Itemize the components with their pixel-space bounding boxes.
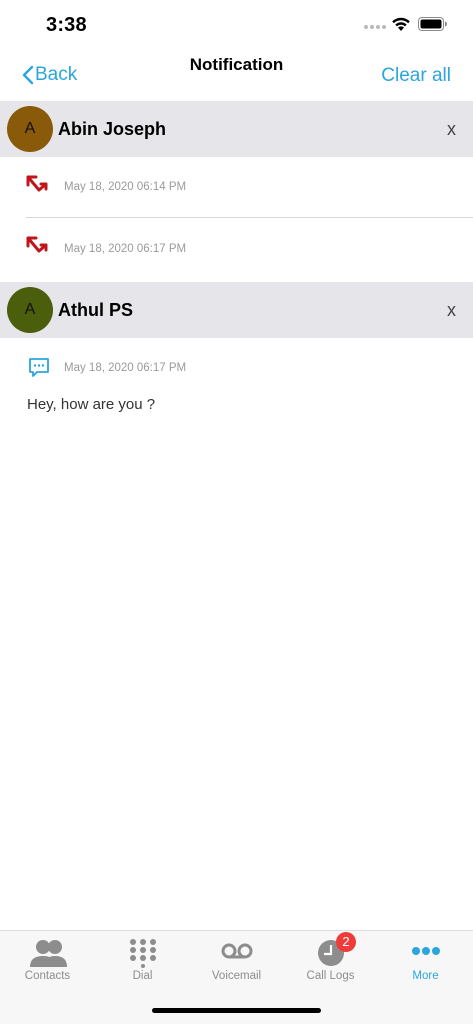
wifi-icon <box>392 17 410 31</box>
navigation-bar: Back Notification Clear all <box>0 50 473 100</box>
notification-item[interactable]: May 18, 2020 06:14 PM <box>0 158 473 218</box>
divider <box>26 217 473 218</box>
notification-item[interactable]: May 18, 2020 06:17 PM Hey, how are you ? <box>0 339 473 429</box>
status-time: 3:38 <box>46 14 87 36</box>
notification-time: May 18, 2020 06:17 PM <box>64 362 187 374</box>
battery-icon <box>418 17 447 31</box>
cellular-signal-icon <box>364 25 386 29</box>
missed-call-arrow-icon <box>26 236 48 253</box>
status-bar: 3:38 <box>0 0 473 50</box>
tab-label: Contacts <box>24 970 71 982</box>
tab-voicemail[interactable]: Voicemail <box>189 931 284 991</box>
tab-dial[interactable]: Dial <box>95 931 190 991</box>
contact-name: Abin Joseph <box>58 119 167 139</box>
notification-time: May 18, 2020 06:17 PM <box>64 243 187 255</box>
more-dots-icon <box>411 947 440 955</box>
dialpad-icon <box>129 939 156 968</box>
dismiss-group-button[interactable]: x <box>447 119 456 140</box>
missed-call-arrow-icon <box>26 175 48 192</box>
contact-group-header: A Abin Joseph x <box>0 101 473 157</box>
avatar: A <box>7 106 53 152</box>
tab-call-logs[interactable]: 2 Call Logs <box>283 931 378 991</box>
tab-label: Call Logs <box>306 970 355 982</box>
contacts-icon <box>29 940 67 967</box>
tab-label: More <box>412 970 439 982</box>
notification-time: May 18, 2020 06:14 PM <box>64 181 187 193</box>
message-text: Hey, how are you ? <box>27 396 156 413</box>
tab-label: Voicemail <box>211 970 262 982</box>
tab-contacts[interactable]: Contacts <box>0 931 95 991</box>
voicemail-icon <box>221 943 252 959</box>
dismiss-group-button[interactable]: x <box>447 300 456 321</box>
call-logs-badge: 2 <box>336 932 356 952</box>
clear-all-button[interactable]: Clear all <box>381 65 451 87</box>
contact-name: Athul PS <box>58 300 133 320</box>
notification-item[interactable]: May 18, 2020 06:17 PM <box>0 219 473 279</box>
avatar: A <box>7 287 53 333</box>
home-indicator <box>152 1008 321 1013</box>
chat-bubble-icon <box>29 358 49 377</box>
tab-more[interactable]: More <box>378 931 473 991</box>
tab-label: Dial <box>132 970 153 982</box>
contact-group-header: A Athul PS x <box>0 282 473 338</box>
